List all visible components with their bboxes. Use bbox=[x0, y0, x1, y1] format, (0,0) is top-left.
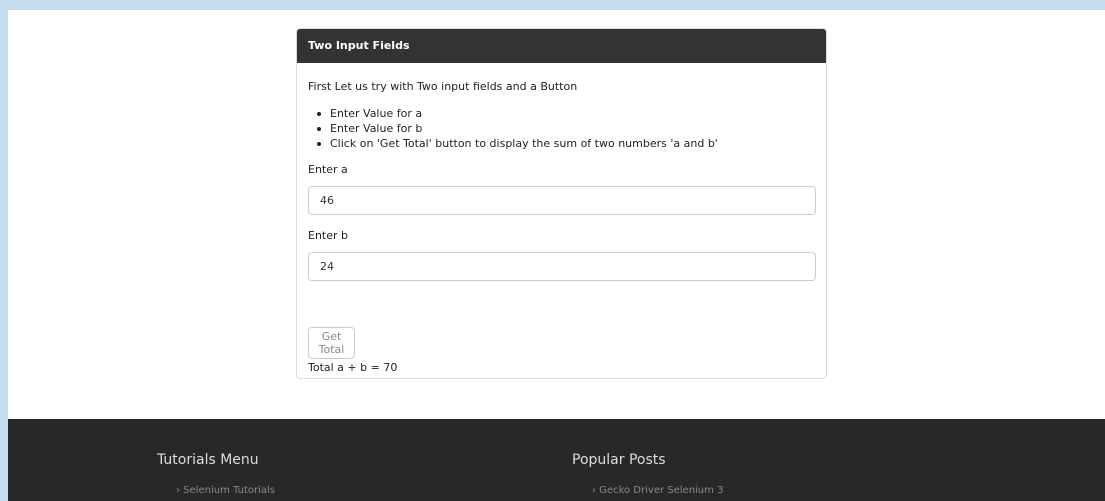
footer-link-gecko-driver[interactable]: › Gecko Driver Selenium 3 bbox=[592, 485, 723, 496]
intro-text: First Let us try with Two input fields a… bbox=[308, 80, 578, 93]
get-total-button[interactable]: Get Total bbox=[308, 327, 355, 359]
field-b-label: Enter b bbox=[308, 229, 349, 242]
footer-link-selenium-tutorials[interactable]: › Selenium Tutorials bbox=[176, 485, 275, 496]
footer: Tutorials Menu › Selenium Tutorials Popu… bbox=[8, 419, 1105, 501]
field-a-label: Enter a bbox=[308, 163, 348, 176]
instruction-item: Enter Value for b bbox=[308, 121, 718, 136]
instruction-item: Click on 'Get Total' button to display t… bbox=[308, 136, 718, 151]
panel-title: Two Input Fields bbox=[297, 29, 826, 63]
footer-tutorials-heading: Tutorials Menu bbox=[157, 452, 259, 468]
instruction-item: Enter Value for a bbox=[308, 106, 718, 121]
two-input-fields-panel: Two Input Fields First Let us try with T… bbox=[296, 28, 827, 379]
instruction-list: Enter Value for a Enter Value for b Clic… bbox=[308, 106, 718, 151]
total-result: Total a + b = 70 bbox=[308, 361, 398, 374]
field-a-input[interactable] bbox=[308, 186, 816, 215]
field-b-input[interactable] bbox=[308, 252, 816, 281]
footer-popular-heading: Popular Posts bbox=[572, 452, 666, 468]
